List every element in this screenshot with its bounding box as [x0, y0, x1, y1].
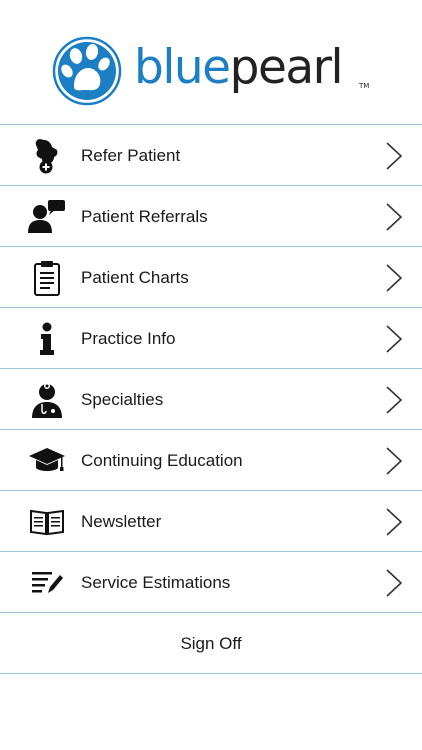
menu-item-service-estimations[interactable]: Service Estimations [0, 552, 422, 613]
menu-item-label: Practice Info [81, 329, 176, 348]
menu-item-specialties[interactable]: Specialties [0, 369, 422, 430]
chevron-right-icon [386, 386, 403, 414]
menu-item-practice-info[interactable]: Practice Info [0, 308, 422, 369]
menu-item-newsletter[interactable]: Newsletter [0, 491, 422, 552]
info-icon [27, 320, 67, 358]
paw-logo-icon [52, 36, 122, 106]
menu-item-continuing-education[interactable]: Continuing Education [0, 430, 422, 491]
trademark: TM [359, 82, 370, 90]
chevron-right-icon [386, 508, 403, 536]
menu-item-label: Patient Charts [81, 268, 189, 287]
menu-item-patient-referrals[interactable]: Patient Referrals [0, 186, 422, 247]
menu-item-patient-charts[interactable]: Patient Charts [0, 247, 422, 308]
app-header: bluepearl TM [0, 0, 422, 125]
chevron-right-icon [386, 325, 403, 353]
menu-item-label: Newsletter [81, 512, 162, 531]
doctor-icon [27, 381, 67, 419]
chevron-right-icon [386, 142, 403, 170]
dog-plus-icon [27, 137, 67, 175]
brand-wordmark: bluepearl [134, 44, 344, 91]
chevron-right-icon [386, 569, 403, 597]
menu-item-label: Specialties [81, 390, 164, 409]
main-menu: Refer Patient Patient Referrals Patient … [0, 124, 422, 674]
menu-item-label: Continuing Education [81, 451, 243, 470]
menu-item-refer-patient[interactable]: Refer Patient [0, 125, 422, 186]
sign-off-button[interactable]: Sign Off [0, 613, 422, 674]
chevron-right-icon [386, 264, 403, 292]
person-speech-icon [27, 198, 67, 236]
open-book-icon [27, 503, 67, 541]
menu-item-label: Service Estimations [81, 573, 231, 592]
graduation-cap-icon [27, 442, 67, 480]
brand-name-part2: pearl [229, 40, 344, 95]
brand-name-part1: blue [134, 40, 231, 95]
list-pencil-icon [27, 564, 67, 602]
menu-item-label: Refer Patient [81, 146, 181, 165]
chevron-right-icon [386, 203, 403, 231]
menu-item-label: Patient Referrals [81, 207, 208, 226]
clipboard-icon [27, 259, 67, 297]
chevron-right-icon [386, 447, 403, 475]
